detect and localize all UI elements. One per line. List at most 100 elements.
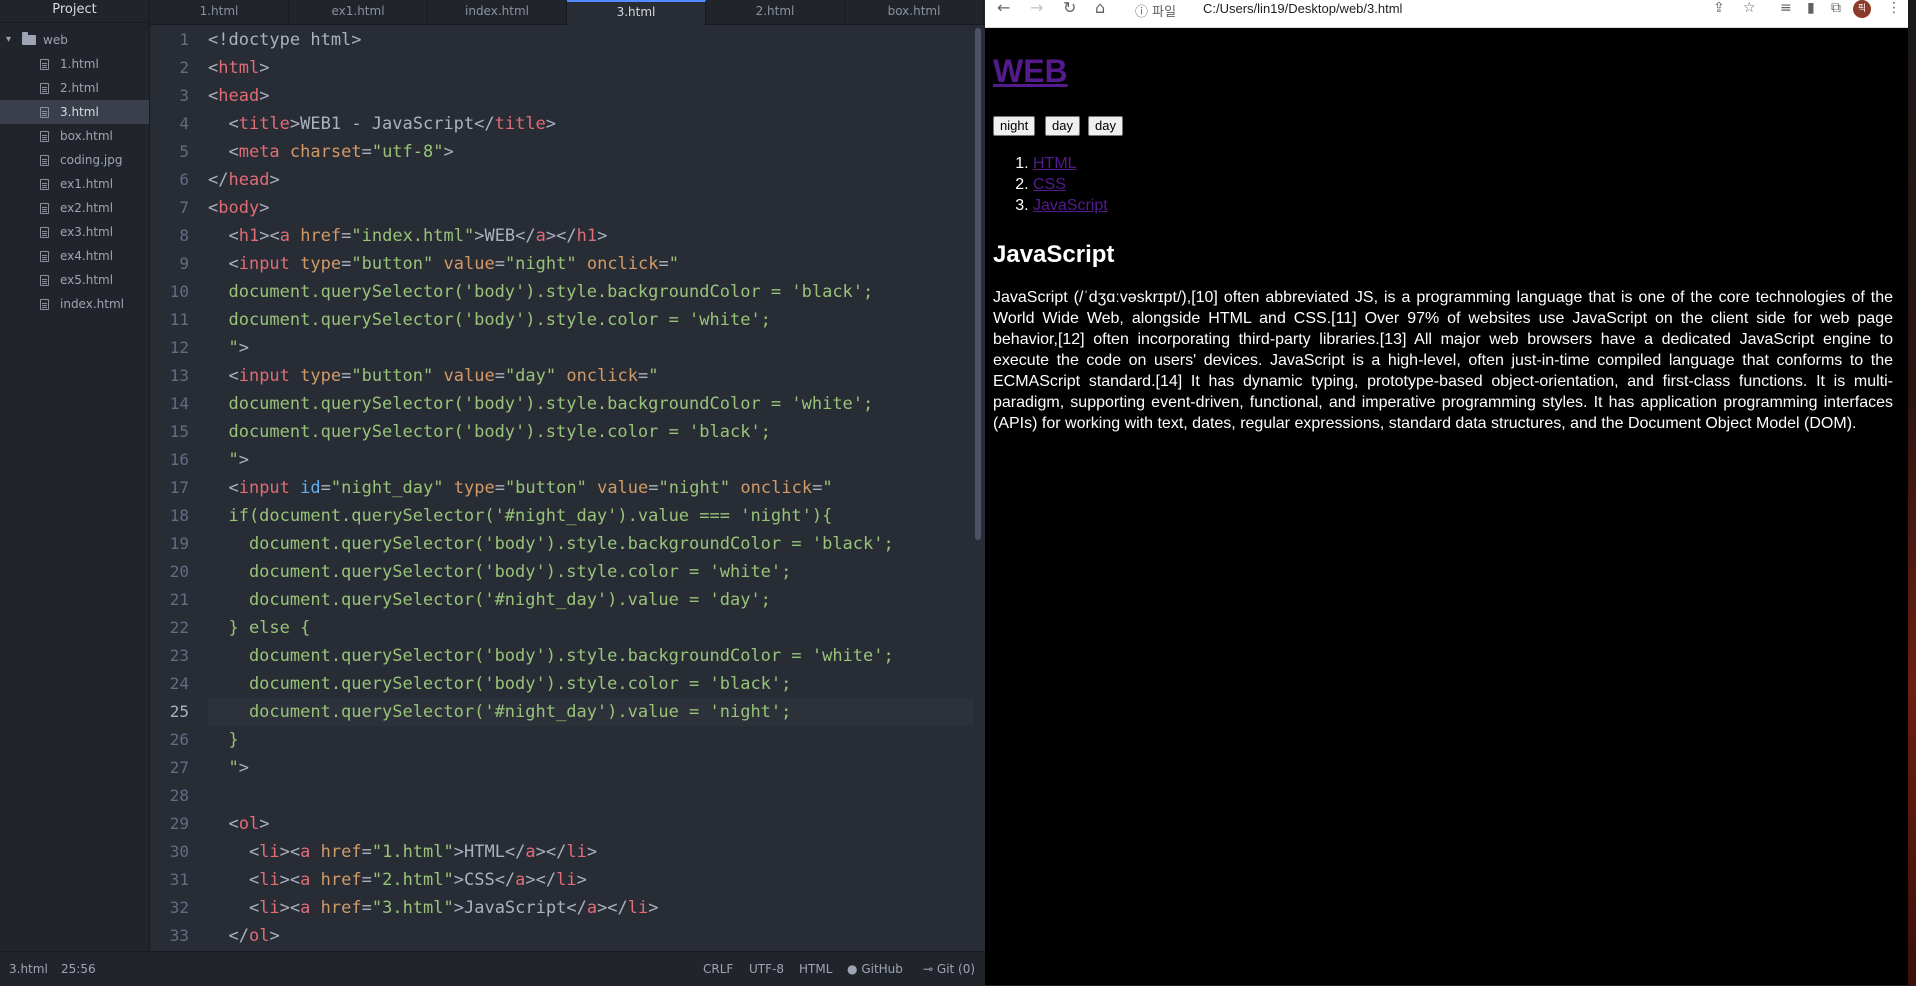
code-line: <input type="button" value="night" oncli… [208,250,679,278]
tree-file-item[interactable]: 3.html [0,100,149,124]
code-token: a [525,842,536,862]
code-token: >JavaScript</ [453,898,587,918]
code-line: document.querySelector('body').style.bac… [208,530,894,558]
line-number: 19 [169,534,189,553]
code-line: </head> [208,166,280,194]
extensions-icon[interactable]: ⧉ [1831,0,1841,16]
tree-file-item[interactable]: ex1.html [0,172,149,196]
address-bar[interactable]: C:/Users/lin19/Desktop/web/3.html [1203,1,1402,16]
editor-tab[interactable]: ex1.html [289,0,428,24]
code-line: <meta charset="utf-8"> [208,138,453,166]
status-file[interactable]: 3.html [9,952,48,986]
file-icon [40,179,49,190]
code-token: "night" [504,254,577,274]
tree-file-item[interactable]: ex5.html [0,268,149,292]
code-token: > [238,758,249,778]
line-number: 13 [169,366,189,385]
line-number: 17 [169,478,189,497]
code-line: document.querySelector('body').style.bac… [208,390,873,418]
code-token: ></ [535,842,567,862]
status-line-ending[interactable]: CRLF [703,952,733,986]
code-token: = [494,366,505,386]
line-number: 22 [169,618,189,637]
tree-file-item[interactable]: 1.html [0,52,149,76]
forward-icon[interactable]: → [1030,0,1043,16]
code-token: >< [279,842,301,862]
line-number: 25 [169,702,189,721]
code-token: a [300,898,311,918]
line-number: 23 [169,646,189,665]
reload-icon[interactable]: ↻ [1063,0,1076,16]
tree-file-item[interactable]: ex2.html [0,196,149,220]
status-grammar[interactable]: HTML [799,952,832,986]
tree-file-item[interactable]: index.html [0,292,149,316]
tree-file-item[interactable]: coding.jpg [0,148,149,172]
reading-list-icon[interactable]: ≡ [1780,0,1792,16]
link-javascript[interactable]: JavaScript [1033,197,1108,214]
tree-file-item[interactable]: ex3.html [0,220,149,244]
link-css[interactable]: CSS [1033,176,1066,193]
menu-kebab-icon[interactable]: ⋮ [1887,0,1901,16]
night-day-toggle-button[interactable] [1088,116,1123,136]
code-token: = [638,366,649,386]
code-token: document.querySelector('body').style.col… [208,310,771,330]
day-button[interactable] [1045,116,1080,136]
code-token: document.querySelector('body').style.bac… [208,646,894,666]
heading-link-web[interactable]: WEB [993,53,1068,89]
tree-folder-web[interactable]: ▾ web [0,28,149,52]
status-github[interactable]: ● GitHub [847,952,903,986]
editor-tab[interactable]: box.html [845,0,984,24]
editor-tab[interactable]: 2.html [706,0,845,24]
code-token: h1 [238,226,260,246]
tree-file-item[interactable]: ex4.html [0,244,149,268]
file-icon [40,299,49,310]
code-token: a [515,870,526,890]
night-button[interactable] [993,116,1036,136]
code-token: "button" [351,254,434,274]
editor-scrollbar[interactable] [975,28,981,540]
bookmark-star-icon[interactable]: ☆ [1743,0,1756,16]
profile-avatar[interactable]: 픽 [1853,0,1871,18]
code-token: = [361,898,372,918]
code-line: <li><a href="1.html">HTML</a></li> [208,838,597,866]
status-cursor-position[interactable]: 25:56 [61,952,96,986]
desktop-background-strip [1908,0,1916,985]
code-token: meta [238,142,280,162]
file-icon [40,227,49,238]
link-html[interactable]: HTML [1033,155,1077,172]
status-encoding[interactable]: UTF-8 [749,952,784,986]
code-token: > [238,338,249,358]
code-line: <html> [208,54,269,82]
code-line: <!doctype html> [208,26,362,54]
tree-file-item[interactable]: box.html [0,124,149,148]
line-number: 8 [179,226,189,245]
code-token: > [545,114,557,134]
line-number: 33 [169,926,189,945]
code-area[interactable]: <!doctype html> <html> <head> <title>WEB1 … [208,25,973,951]
file-icon [40,155,49,166]
editor-tab[interactable]: index.html [428,0,567,24]
code-token: id [300,478,321,498]
side-panel-icon[interactable]: ▮ [1807,0,1815,16]
code-token: > [259,814,270,834]
editor-tab[interactable]: 3.html [567,0,706,25]
code-token: < [208,226,239,246]
tree-file-item[interactable]: 2.html [0,76,149,100]
line-number: 6 [179,170,189,189]
code-token: value [443,366,495,386]
code-line: <li><a href="2.html">CSS</a></li> [208,866,587,894]
code-line: "> [208,334,249,362]
line-number: 5 [179,142,189,161]
code-token: "index.html" [351,226,475,246]
code-line: <input id="night_day" type="button" valu… [208,474,833,502]
site-info-badge[interactable]: ⓘ 파일 [1135,1,1176,20]
editor-tab[interactable]: 1.html [150,0,289,24]
back-icon[interactable]: ← [997,0,1010,16]
code-token: input [238,254,290,274]
line-number: 10 [169,282,189,301]
home-icon[interactable]: ⌂ [1095,0,1105,16]
status-git[interactable]: ⊸ Git (0) [923,952,975,986]
code-token: " [822,478,833,498]
share-icon[interactable]: ⇪ [1713,0,1725,16]
code-token: document.querySelector('body').style.col… [208,562,792,582]
